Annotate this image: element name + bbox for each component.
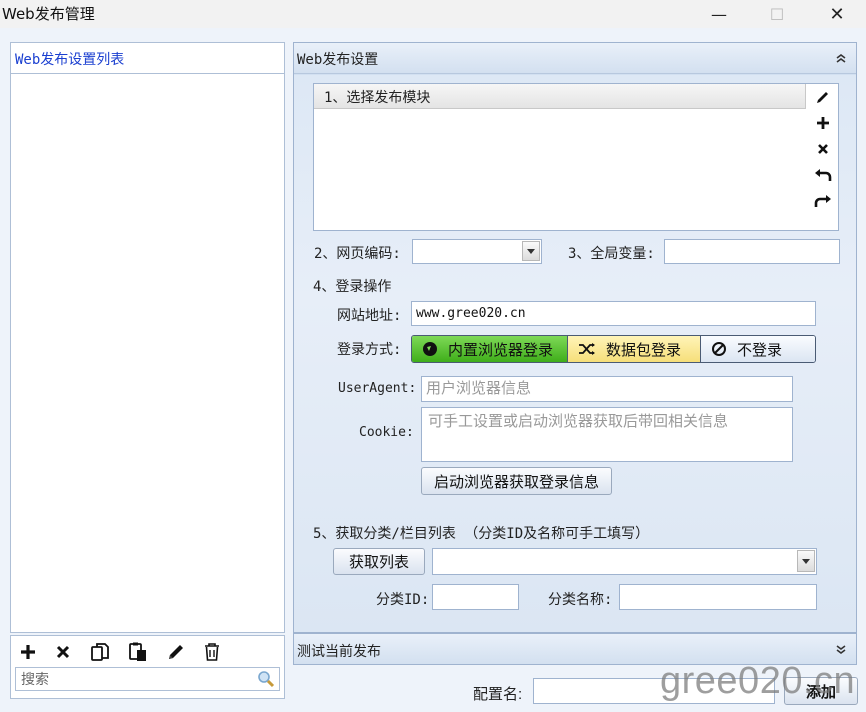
watermark: gree020.cn — [660, 660, 856, 702]
publish-settings-panel: Web发布设置 1、选择发布模块 2、网页编码: 3、全局变量: 4、登录操作 … — [293, 42, 857, 633]
undo-icon[interactable] — [812, 164, 834, 186]
cookie-label: Cookie: — [359, 425, 414, 440]
login-mode-builtin-label: 内置浏览器登录 — [448, 341, 554, 359]
category-select[interactable] — [432, 548, 817, 575]
ban-icon — [712, 342, 726, 356]
launch-browser-button[interactable]: 启动浏览器获取登录信息 — [421, 467, 612, 495]
panel-title: Web发布设置 — [297, 52, 379, 68]
globals-field[interactable] — [664, 239, 840, 264]
shuffle-icon — [579, 343, 595, 355]
globe-icon — [423, 342, 437, 356]
window-title: Web发布管理 — [2, 5, 95, 23]
paste-icon[interactable] — [125, 640, 151, 664]
site-address-label: 网站地址: — [337, 308, 402, 324]
fetch-list-button[interactable]: 获取列表 — [333, 548, 425, 575]
encoding-select[interactable] — [412, 239, 542, 264]
trash-icon[interactable] — [199, 640, 225, 664]
category-name-input[interactable] — [619, 584, 817, 610]
close-button[interactable]: ✕ — [814, 0, 860, 28]
category-id-input[interactable] — [432, 584, 519, 610]
module-list[interactable]: 1、选择发布模块 — [313, 83, 811, 231]
category-section-title: 5、获取分类/栏目列表 （分类ID及名称可手工填写） — [313, 526, 650, 542]
login-mode-label: 登录方式: — [337, 342, 402, 358]
delete-icon[interactable] — [50, 640, 76, 664]
add-icon[interactable] — [15, 640, 41, 664]
search-box — [15, 667, 280, 691]
module-list-header: 1、选择发布模块 — [314, 84, 806, 109]
login-mode-builtin-browser[interactable]: 内置浏览器登录 — [412, 336, 568, 362]
login-section-title: 4、登录操作 — [313, 279, 392, 295]
publish-settings-list[interactable]: Web发布设置列表 — [10, 42, 285, 633]
cookie-input[interactable] — [421, 407, 793, 462]
config-name-label: 配置名: — [473, 686, 523, 703]
test-publish-title: 测试当前发布 — [297, 644, 381, 660]
category-name-label: 分类名称: — [548, 592, 613, 608]
encoding-label: 2、网页编码: — [314, 246, 401, 262]
chevron-down-icon[interactable] — [522, 241, 540, 261]
chevron-down-icon[interactable] — [797, 550, 815, 572]
expand-icon[interactable] — [834, 643, 848, 657]
useragent-input[interactable] — [421, 376, 793, 402]
minimize-button[interactable]: — — [696, 0, 742, 28]
search-icon[interactable] — [257, 670, 275, 688]
module-list-label: 1、选择发布模块 — [324, 90, 431, 106]
list-header: Web发布设置列表 — [11, 43, 284, 74]
delete-icon[interactable] — [812, 138, 834, 160]
module-toolbar — [807, 83, 839, 231]
copy-icon[interactable] — [87, 640, 113, 664]
list-title: Web发布设置列表 — [15, 52, 125, 68]
collapse-icon[interactable] — [834, 51, 848, 65]
site-address-input[interactable] — [411, 301, 816, 326]
login-mode-none[interactable]: 不登录 — [701, 336, 815, 362]
search-input[interactable] — [16, 668, 256, 690]
login-mode-packet[interactable]: 数据包登录 — [568, 336, 701, 362]
login-mode-selector: 内置浏览器登录 数据包登录 不登录 — [411, 335, 816, 363]
category-id-label: 分类ID: — [376, 592, 430, 608]
useragent-label: UserAgent: — [338, 381, 417, 396]
list-toolbar — [10, 635, 285, 699]
add-icon[interactable] — [812, 112, 834, 134]
login-mode-none-label: 不登录 — [737, 341, 783, 359]
login-mode-packet-label: 数据包登录 — [606, 341, 682, 359]
globals-label: 3、全局变量: — [568, 246, 655, 262]
redo-icon[interactable] — [812, 190, 834, 212]
panel-header[interactable]: Web发布设置 — [294, 43, 856, 74]
edit-icon[interactable] — [163, 640, 189, 664]
edit-icon[interactable] — [812, 86, 834, 108]
maximize-button[interactable]: ☐ — [754, 0, 800, 28]
